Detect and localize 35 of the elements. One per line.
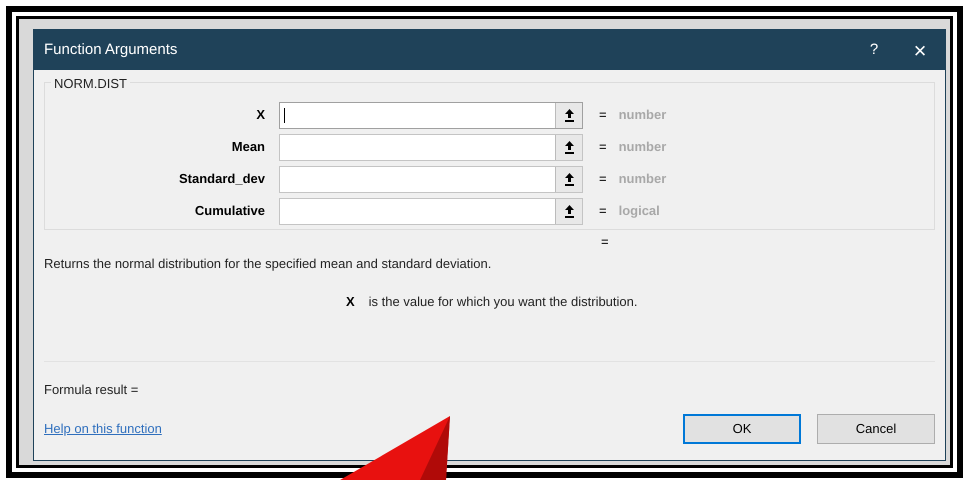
argument-type: number — [618, 138, 666, 156]
collapse-button[interactable] — [555, 134, 582, 160]
argument-field[interactable] — [279, 102, 583, 128]
equals-sign: = — [599, 106, 607, 124]
collapse-dialog-icon — [564, 172, 574, 186]
help-link[interactable]: Help on this function — [44, 418, 667, 438]
help-button[interactable]: ? — [851, 30, 897, 70]
argument-field[interactable] — [279, 198, 583, 224]
argument-label: Mean — [230, 138, 266, 156]
argument-type: number — [618, 106, 666, 124]
collapse-button[interactable] — [555, 166, 582, 192]
dialog-button[interactable]: OK — [683, 414, 801, 444]
collapse-dialog-icon — [564, 108, 574, 122]
close-button[interactable]: × — [897, 30, 943, 70]
argument-label: Standard_dev — [178, 170, 266, 188]
result-equals: = — [601, 233, 609, 252]
equals-sign: = — [599, 202, 607, 220]
argument-field[interactable] — [279, 166, 583, 192]
argument-type: logical — [618, 202, 660, 220]
argument-label: X — [255, 106, 266, 124]
collapse-dialog-icon — [564, 204, 574, 218]
argument-type: number — [618, 170, 666, 188]
equals-sign: = — [599, 170, 607, 188]
argument-field[interactable] — [279, 134, 583, 160]
collapse-dialog-icon — [564, 140, 574, 154]
window-title: Function Arguments — [44, 40, 178, 60]
equals-sign: = — [599, 138, 607, 156]
function-description: Returns the normal distribution for the specified mean and standard deviation. — [44, 255, 492, 273]
collapse-button[interactable] — [555, 102, 582, 128]
dialog-button[interactable]: Cancel — [817, 414, 935, 444]
collapse-button[interactable] — [555, 198, 582, 224]
argument-description: is the value for which you want the distribution. — [368, 292, 638, 311]
argument-label: Cumulative — [194, 202, 266, 220]
formula-result: Formula result = — [44, 381, 140, 399]
argument-name: X — [346, 292, 355, 310]
